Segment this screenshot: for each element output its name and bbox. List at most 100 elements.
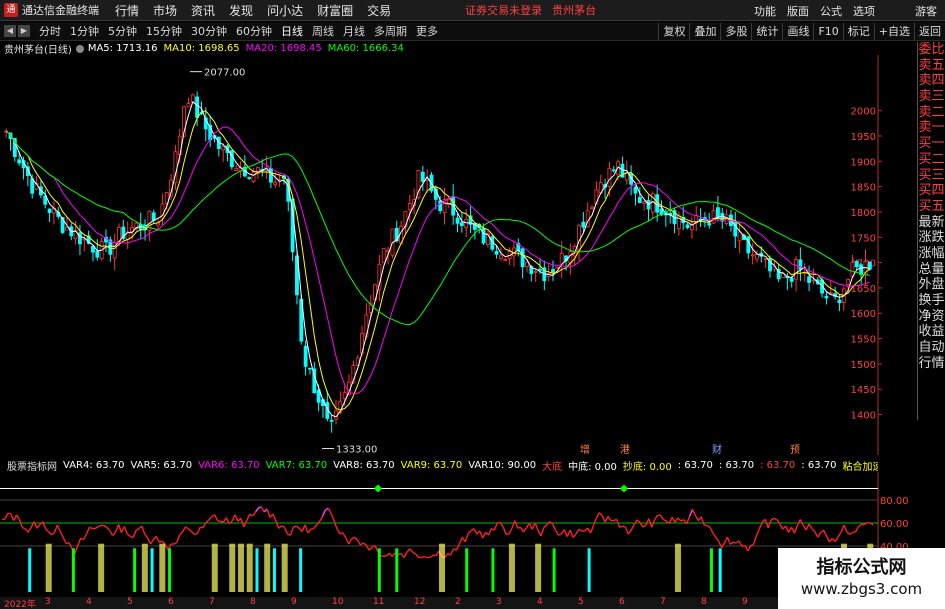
period-15min[interactable]: 15分钟: [146, 23, 182, 39]
f10-button[interactable]: F10: [813, 23, 842, 40]
bottom-signal-block: [508, 543, 515, 592]
menu-item-news[interactable]: 资讯: [191, 2, 215, 19]
date-tick-label: 2022年: [4, 600, 36, 609]
period-weekly[interactable]: 周线: [312, 23, 334, 39]
trade-login-alert[interactable]: 证券交易未登录: [465, 2, 542, 18]
oscillator-segment: [27, 527, 32, 533]
oscillator-segment: [424, 556, 428, 559]
side-panel-item[interactable]: 行情: [918, 356, 945, 372]
menu-function[interactable]: 功能: [754, 3, 776, 19]
side-panel-item[interactable]: 外盘: [918, 277, 945, 293]
side-panel-item[interactable]: 最新: [918, 215, 945, 231]
overlay-button[interactable]: 叠加: [689, 23, 720, 40]
nav-left-icon[interactable]: ◀: [4, 25, 16, 37]
oscillator-segment: [412, 551, 417, 555]
period-60min[interactable]: 60分钟: [236, 23, 272, 39]
oscillator-segment: [473, 528, 478, 535]
indicator-legend-item: VAR7: 63.70: [265, 459, 328, 471]
draw-line-button[interactable]: 画线: [782, 23, 813, 40]
oscillator-segment: [733, 541, 737, 544]
oscillator-segment: [773, 517, 778, 521]
side-panel-item[interactable]: 买五: [918, 199, 945, 215]
side-panel-item[interactable]: 卖五: [918, 58, 945, 74]
period-30min[interactable]: 30分钟: [191, 23, 227, 39]
bottom-signal-block: [281, 543, 288, 592]
oscillator-segment: [726, 536, 731, 545]
candle-body: [633, 186, 638, 194]
period-daily[interactable]: 日线: [281, 23, 303, 39]
side-panel-item[interactable]: 总量: [918, 262, 945, 278]
oscillator-segment: [356, 539, 361, 546]
side-panel-item[interactable]: 换手: [918, 293, 945, 309]
oscillator-segment: [106, 526, 111, 532]
period-1min[interactable]: 1分钟: [70, 23, 99, 39]
oscillator-segment: [56, 524, 61, 533]
menu-item-wealth[interactable]: 财富圈: [317, 2, 353, 19]
side-panel-item[interactable]: 买一: [918, 136, 945, 152]
statistics-button[interactable]: 统计: [751, 23, 782, 40]
menu-item-trade[interactable]: 交易: [367, 2, 391, 19]
oscillator-segment: [33, 521, 38, 529]
side-panel-item[interactable]: 卖一: [918, 120, 945, 136]
menu-layout[interactable]: 版面: [787, 3, 809, 19]
side-panel-item[interactable]: 卖二: [918, 105, 945, 121]
side-panel-item[interactable]: 买二: [918, 152, 945, 168]
oscillator-segment: [817, 532, 822, 538]
ma-legend: 贵州茅台(日线) MA5: 1713.16 MA10: 1698.65 MA20…: [0, 42, 410, 56]
bottom-signal-block: [246, 543, 253, 592]
candle-body: [455, 217, 460, 224]
side-panel-item[interactable]: 委比: [918, 42, 945, 58]
menu-item-quotes[interactable]: 行情: [115, 2, 139, 19]
candlestick-chart[interactable]: 2000195019001850180017501700165016001550…: [0, 55, 917, 455]
signal-bar: [71, 548, 75, 592]
side-panel-item[interactable]: 买四: [918, 183, 945, 199]
oscillator-segment: [182, 526, 187, 533]
app-title: 通达信金融终端: [22, 4, 99, 17]
chart-settings-icon[interactable]: [75, 44, 84, 53]
nav-right-icon[interactable]: ▶: [18, 25, 30, 37]
side-panel-item[interactable]: 自动: [918, 340, 945, 356]
guest-user[interactable]: 游客: [915, 3, 937, 19]
menu-item-ask[interactable]: 问小达: [267, 2, 303, 19]
candle-body: [151, 212, 156, 221]
oscillator-segment: [289, 526, 294, 536]
oscillator-segment: [85, 526, 91, 535]
oscillator-segment: [22, 526, 26, 530]
add-favorite-button[interactable]: +自选: [873, 23, 914, 40]
side-panel-item[interactable]: 收益: [918, 324, 945, 340]
indicator-legend-item: 大底: [542, 461, 563, 473]
indicator-legend-item: : 63.70: [677, 459, 713, 471]
mark-button[interactable]: 标记: [842, 23, 874, 40]
oscillator-segment: [691, 509, 697, 516]
oscillator-segment: [243, 520, 248, 528]
period-monthly[interactable]: 月线: [343, 23, 365, 39]
signal-bar: [718, 548, 722, 592]
period-multi[interactable]: 多周期: [374, 23, 407, 39]
event-marker: 预: [790, 444, 800, 455]
oscillator-segment: [522, 527, 527, 533]
oscillator-segment: [307, 528, 312, 534]
oscillator-segment: [645, 518, 650, 526]
side-panel-item[interactable]: 卖三: [918, 89, 945, 105]
side-panel-item[interactable]: 买三: [918, 168, 945, 184]
side-panel-item[interactable]: 净资: [918, 309, 945, 325]
period-more[interactable]: 更多: [416, 23, 438, 39]
period-intraday[interactable]: 分时: [39, 23, 61, 39]
diamond-marker-icon: [620, 484, 628, 493]
menu-formula[interactable]: 公式: [820, 3, 842, 19]
menu-item-market[interactable]: 市场: [153, 2, 177, 19]
multi-stock-button[interactable]: 多股: [720, 23, 751, 40]
candle-body: [581, 221, 586, 228]
back-button[interactable]: 返回: [914, 23, 945, 40]
period-5min[interactable]: 5分钟: [108, 23, 137, 39]
oscillator-segment: [654, 514, 659, 521]
side-panel-item[interactable]: 涨幅: [918, 246, 945, 262]
restore-rights-button[interactable]: 复权: [658, 23, 689, 40]
candle-body: [229, 150, 234, 168]
price-tick-label: 1950: [851, 132, 876, 143]
side-panel-item[interactable]: 涨跌: [918, 230, 945, 246]
side-panel-item[interactable]: 卖四: [918, 73, 945, 89]
menu-options[interactable]: 选项: [853, 3, 875, 19]
date-tick-label: 3: [45, 597, 51, 607]
menu-item-discover[interactable]: 发现: [229, 2, 253, 19]
